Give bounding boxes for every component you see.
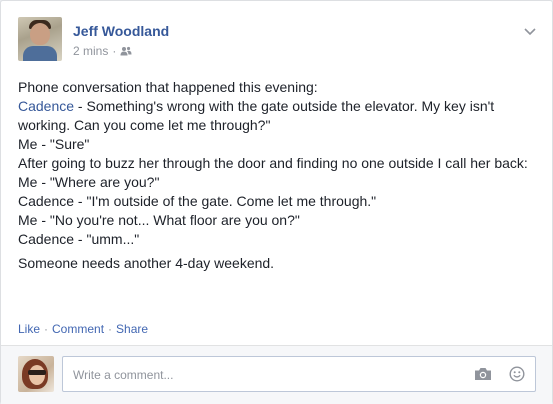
post-line: Phone conversation that happened this ev… [18,79,318,95]
friends-icon[interactable] [120,46,132,56]
smiley-icon[interactable] [509,366,525,387]
post-header: Jeff Woodland 2 mins · [18,17,542,65]
author-avatar[interactable] [18,17,62,61]
post-line: Me - "No you're not... What floor are yo… [18,212,300,228]
comment-input[interactable] [71,365,465,385]
author-name[interactable]: Jeff Woodland [73,23,169,39]
post-line: Me - "Where are you?" [18,174,160,190]
comment-composer [1,345,552,404]
chevron-down-icon[interactable] [524,23,536,36]
action-separator: · [108,322,113,336]
post-line: Me - "Sure" [18,136,90,152]
post-actions: Like · Comment · Share [18,322,148,336]
commenter-face [29,365,45,385]
like-link[interactable]: Like [18,322,40,336]
commenter-avatar[interactable] [18,356,54,392]
post-line: Cadence - "umm..." [18,231,140,247]
mention-link[interactable]: Cadence [18,98,74,114]
post-closing: Someone needs another 4-day weekend. [18,255,275,271]
camera-icon[interactable] [474,367,492,386]
post-card: Jeff Woodland 2 mins · Phone conversatio… [0,0,553,404]
commenter-sunglasses [28,370,46,375]
post-line: After going to buzz her through the door… [18,155,528,171]
post-line: Cadence - Something's wrong with the gat… [18,97,538,135]
post-line: Cadence - "I'm outside of the gate. Come… [18,193,377,209]
post-timestamp[interactable]: 2 mins [73,44,108,58]
comment-link[interactable]: Comment [52,322,104,336]
post-body: Phone conversation that happened this ev… [18,78,538,273]
share-link[interactable]: Share [116,322,148,336]
action-separator: · [44,322,49,336]
post-line-text: - Something's wrong with the gate outsid… [18,98,495,133]
avatar-shirt [23,46,57,61]
comment-input-box[interactable] [62,356,536,392]
post-meta: 2 mins · [73,44,132,58]
avatar-face [30,23,50,45]
meta-separator: · [112,44,117,58]
